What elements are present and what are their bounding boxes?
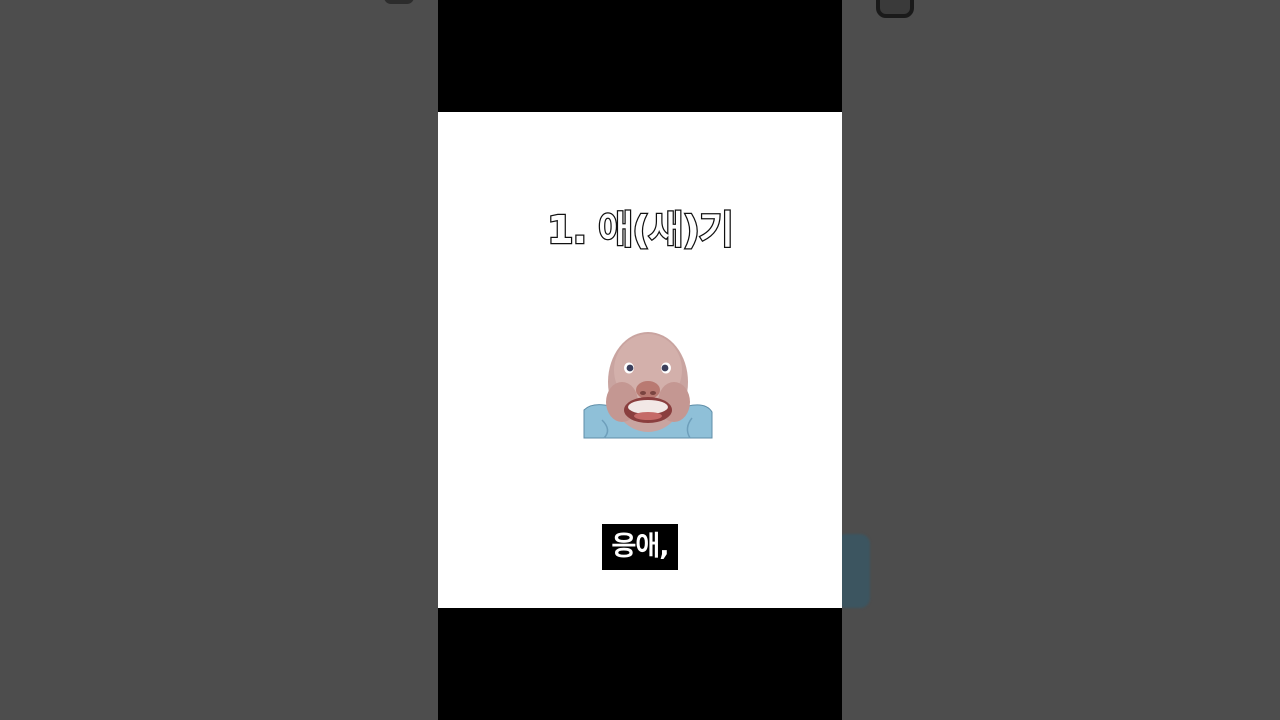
- baby-face-icon: [583, 332, 713, 439]
- video-player-stage[interactable]: 1. 애(새)기 응애,: [0, 0, 1280, 720]
- background-blur-fragment: [384, 0, 414, 4]
- video-title-caption: 1. 애(새)기: [546, 207, 735, 254]
- video-content: 1. 애(새)기 응애,: [438, 112, 842, 608]
- background-blur-fragment: [876, 0, 914, 18]
- subtitle-caption: 응애,: [602, 524, 678, 570]
- vertical-video-frame[interactable]: 1. 애(새)기 응애,: [438, 0, 842, 720]
